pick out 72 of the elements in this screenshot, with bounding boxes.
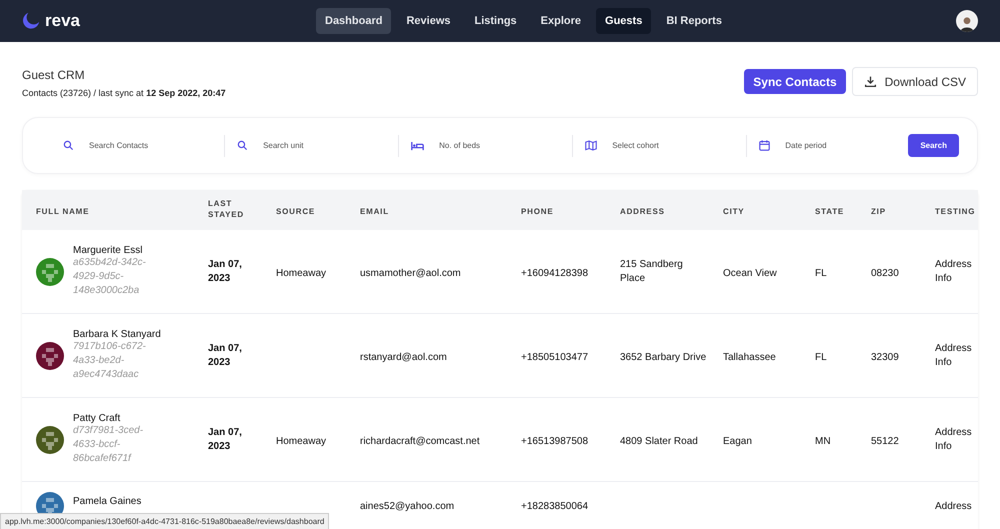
zip-cell: 55122 <box>871 434 899 448</box>
column-header: ADDRESS <box>620 206 665 217</box>
search-button[interactable]: Search <box>908 134 959 157</box>
testing-cell: Address <box>935 500 972 514</box>
state-cell: FL <box>815 350 827 364</box>
page-title: Guest CRM <box>22 68 86 82</box>
city-cell: Tallahassee <box>723 350 776 364</box>
phone-cell: +16513987508 <box>521 434 588 448</box>
date-cell-text: Jan 07, 2023 <box>208 258 243 286</box>
nav-tab[interactable]: Listings <box>466 8 526 34</box>
date-cell-text: Jan 07, 2023 <box>208 426 243 454</box>
brand-name: reva <box>45 11 80 31</box>
zip-cell: 08230 <box>871 266 899 280</box>
phone-cell: +16094128398 <box>521 266 588 280</box>
guest-name: Marguerite Essl <box>73 245 144 256</box>
column-header: SOURCE <box>276 206 316 217</box>
column-header: PHONE <box>521 206 554 217</box>
testing-cell-text: Address Info <box>935 426 973 454</box>
phone-cell: +18505103477 <box>521 350 588 364</box>
guest-name: Barbara K Stanyard <box>73 329 161 340</box>
email-cell: richardacraft@comcast.net <box>360 434 480 448</box>
sync-info: Contacts (23726) / last sync at 12 Sep 2022, 20:47 <box>22 88 226 98</box>
guest-id: d73f7981-3ced-4633-bccf-86bcafef671f <box>73 424 144 466</box>
state-cell: FL <box>815 266 827 280</box>
column-header: CITY <box>723 206 744 217</box>
search-icon <box>63 140 74 151</box>
download-icon <box>864 75 877 88</box>
source-cell: Homeaway <box>276 266 326 280</box>
zip-cell: 32309 <box>871 350 899 364</box>
status-bar-url: app.lvh.me:3000/companies/130ef60f-a4dc-4731-816c-519a80baea8e/reviews/dashboard <box>0 513 330 529</box>
address-cell-text: 215 Sandberg Place <box>620 258 684 286</box>
search-icon <box>237 140 248 151</box>
guest-name: Pamela Gaines <box>73 496 142 507</box>
user-avatar[interactable] <box>956 10 978 32</box>
unit-search-field[interactable]: Search unit <box>261 140 376 151</box>
nav-tab[interactable]: Reviews <box>397 8 460 34</box>
column-header: ZIP <box>871 206 886 217</box>
email-cell: usmamother@aol.com <box>360 266 461 280</box>
guest-name: Patty Craft <box>73 413 122 424</box>
guest-id: a635b42d-342c-4929-9d5c-148e3000c2ba <box>73 256 147 298</box>
state-cell: MN <box>815 434 831 448</box>
sync-contacts-button[interactable]: Sync Contacts <box>744 69 846 94</box>
city-cell: Eagan <box>723 434 752 448</box>
cohort-field[interactable]: Select cohort <box>610 140 724 151</box>
source-cell: Homeaway <box>276 434 326 448</box>
testing-cell-text: Address Info <box>935 342 973 370</box>
email-cell: rstanyard@aol.com <box>360 350 447 364</box>
guest-id: 7917b106-c672-4a33-be2d-a9ec4743daac <box>73 340 147 382</box>
column-header: LAST STAYED <box>208 198 245 220</box>
testing-cell-text: Address Info <box>935 258 973 286</box>
column-header: TESTING <box>935 206 976 217</box>
download-csv-button[interactable]: Download CSV <box>852 67 978 96</box>
beds-field[interactable]: No. of beds <box>437 140 552 151</box>
contacts-search-field[interactable]: Search Contacts <box>87 140 201 151</box>
nav-tab[interactable]: Guests <box>596 8 652 34</box>
nav-tab[interactable]: Explore <box>532 8 590 34</box>
date-cell-text: Jan 07, 2023 <box>208 342 243 370</box>
address-cell: 3652 Barbary Drive <box>620 350 706 364</box>
calendar-icon <box>759 140 770 151</box>
column-header: EMAIL <box>360 206 389 217</box>
column-header: FULL NAME <box>36 206 90 217</box>
nav-tab[interactable]: Dashboard <box>316 8 392 34</box>
address-cell: 4809 Slater Road <box>620 434 698 448</box>
column-header: STATE <box>815 206 844 217</box>
bed-icon <box>411 140 424 150</box>
map-icon <box>585 140 598 151</box>
nav-tab[interactable]: BI Reports <box>657 8 731 34</box>
moon-logo-icon <box>22 12 40 30</box>
email-cell: aines52@yahoo.com <box>360 500 454 514</box>
date-period-field[interactable]: Date period <box>783 140 898 151</box>
phone-cell: +18283850064 <box>521 500 588 514</box>
city-cell: Ocean View <box>723 266 777 280</box>
